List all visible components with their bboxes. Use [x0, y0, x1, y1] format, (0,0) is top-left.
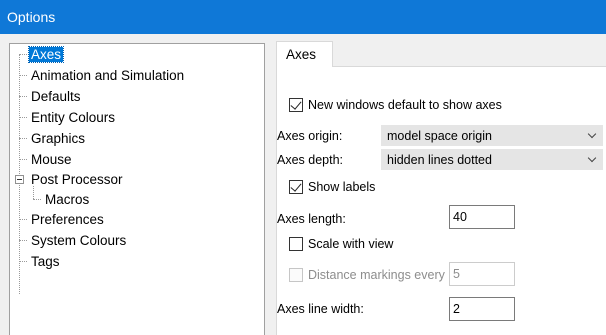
new-windows-axes-label: New windows default to show axes	[308, 98, 502, 112]
axes-depth-label: Axes depth:	[277, 153, 344, 167]
tree-item-preferences[interactable]: Preferences	[29, 210, 106, 229]
tree-item-post-processor[interactable]: Post Processor	[29, 170, 125, 189]
tree-connector	[19, 219, 27, 220]
tree-item-mouse[interactable]: Mouse	[29, 150, 74, 169]
tree-item-graphics[interactable]: Graphics	[29, 129, 87, 148]
tree-connector	[19, 54, 20, 294]
title-bar: Options	[0, 0, 606, 34]
tree-connector	[19, 159, 27, 160]
tree-connector	[19, 240, 27, 241]
collapse-icon[interactable]	[15, 175, 24, 184]
tree-item-animation-and-simulation[interactable]: Animation and Simulation	[29, 66, 186, 85]
tree-item-label: Tags	[31, 254, 60, 269]
axes-depth-dropdown[interactable]: hidden lines dotted	[381, 149, 603, 170]
axes-line-width-value: 2	[453, 302, 460, 316]
tree-connector	[33, 199, 41, 200]
chevron-down-icon	[587, 153, 597, 163]
tree-connector	[19, 138, 27, 139]
axes-length-label: Axes length:	[277, 212, 346, 226]
tab-label: Axes	[286, 47, 317, 62]
tree-item-label: Animation and Simulation	[31, 68, 185, 83]
axes-settings-panel: New windows default to show axes Axes or…	[276, 66, 606, 335]
tree-item-label: Preferences	[31, 212, 104, 227]
tree-item-macros[interactable]: Macros	[43, 190, 91, 209]
tree-item-defaults[interactable]: Defaults	[29, 87, 83, 106]
distance-markings-value: 5	[453, 267, 460, 281]
tree-connector	[19, 96, 27, 97]
distance-markings-checkbox[interactable]	[289, 268, 303, 282]
options-tree[interactable]: Axes Animation and Simulation Defaults E…	[9, 43, 265, 335]
tree-item-label: Graphics	[31, 131, 86, 146]
tree-item-label: Post Processor	[31, 172, 123, 187]
tree-item-label: Macros	[45, 192, 90, 207]
new-windows-axes-checkbox[interactable]	[289, 98, 303, 112]
show-labels-label: Show labels	[308, 180, 376, 194]
scale-with-view-checkbox[interactable]	[289, 237, 303, 251]
axes-origin-dropdown[interactable]: model space origin	[381, 125, 603, 146]
tree-item-system-colours[interactable]: System Colours	[29, 231, 128, 250]
axes-origin-label: Axes origin:	[277, 129, 343, 143]
dialog-body: Axes Animation and Simulation Defaults E…	[0, 34, 606, 335]
distance-markings-label: Distance markings every	[308, 268, 445, 282]
tree-item-axes[interactable]: Axes	[27, 45, 65, 64]
tree-connector	[19, 54, 27, 55]
axes-length-input[interactable]: 40	[449, 205, 515, 229]
tab-axes[interactable]: Axes	[276, 41, 333, 67]
tree-connector	[19, 75, 27, 76]
distance-markings-input[interactable]: 5	[449, 262, 515, 286]
axes-depth-value: hidden lines dotted	[387, 153, 492, 167]
tree-item-label: System Colours	[31, 233, 127, 248]
tree-item-label: Defaults	[31, 89, 81, 104]
show-labels-checkbox[interactable]	[289, 180, 303, 194]
tree-item-label: Axes	[27, 46, 65, 63]
scale-with-view-label: Scale with view	[308, 237, 394, 251]
window-title: Options	[7, 9, 56, 25]
axes-origin-value: model space origin	[387, 129, 492, 143]
tree-connector	[19, 117, 27, 118]
tree-item-tags[interactable]: Tags	[29, 252, 62, 271]
axes-line-width-label: Axes line width:	[277, 302, 364, 316]
tree-item-label: Mouse	[31, 152, 72, 167]
axes-length-value: 40	[453, 210, 467, 224]
tree-item-entity-colours[interactable]: Entity Colours	[29, 108, 117, 127]
tree-item-label: Entity Colours	[31, 110, 116, 125]
axes-line-width-input[interactable]: 2	[449, 297, 515, 321]
tree-connector	[19, 261, 27, 262]
chevron-down-icon	[587, 129, 597, 139]
